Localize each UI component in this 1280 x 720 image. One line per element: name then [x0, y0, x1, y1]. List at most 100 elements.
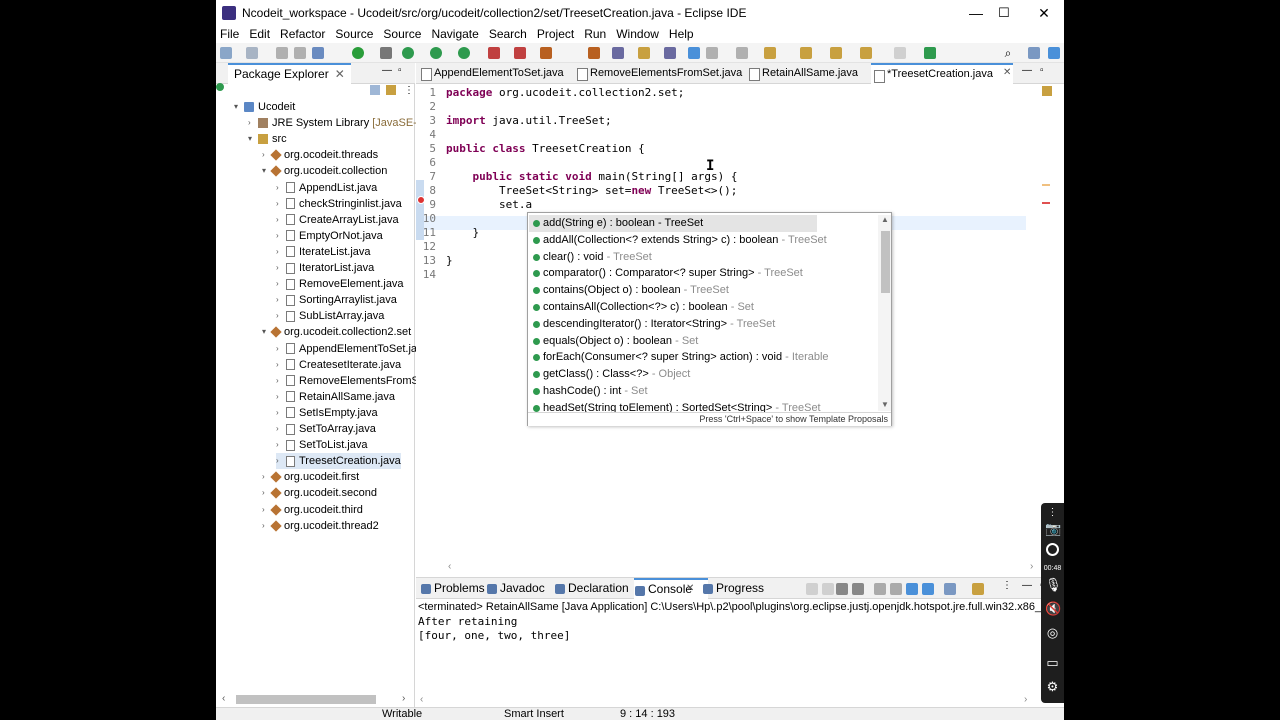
open-perspective-icon[interactable]: [1028, 47, 1040, 59]
forward-icon[interactable]: [894, 47, 906, 59]
collapsed-arrow-icon[interactable]: ›: [276, 180, 286, 196]
new-class-icon[interactable]: [588, 47, 600, 59]
settings-icon[interactable]: ⚙: [1045, 679, 1060, 694]
editor-hscroll[interactable]: ‹ ›: [444, 561, 1044, 573]
content-assist-scroll-thumb[interactable]: [881, 231, 890, 293]
previous-annotation-icon[interactable]: [800, 47, 812, 59]
tree-item[interactable]: › RemoveElement.java: [276, 276, 404, 292]
completion-item[interactable]: comparator() : Comparator<? super String…: [529, 265, 877, 282]
link-with-editor-icon[interactable]: [386, 85, 396, 95]
tree-item[interactable]: › RetainAllSame.java: [276, 389, 395, 405]
tab-treeset-creation[interactable]: *TreesetCreation.java: [871, 63, 1013, 84]
minimize-editor-icon[interactable]: —: [1022, 65, 1032, 76]
microphone-icon[interactable]: 🎙: [1045, 577, 1062, 592]
completion-item[interactable]: descendingIterator() : Iterator<String> …: [529, 316, 877, 333]
open-icon[interactable]: [246, 47, 258, 59]
new-java-project-icon[interactable]: [540, 47, 552, 59]
maximize-view-icon[interactable]: ▫: [398, 65, 402, 76]
tree-item[interactable]: ▾ src: [248, 131, 287, 147]
menu-file[interactable]: File: [216, 26, 245, 43]
collapsed-arrow-icon[interactable]: ›: [276, 405, 286, 421]
screen-icon[interactable]: ▭: [1045, 655, 1060, 670]
tree-item[interactable]: › SetToList.java: [276, 437, 367, 453]
collapsed-arrow-icon[interactable]: ›: [276, 292, 286, 308]
completion-item[interactable]: contains(Object o) : boolean - TreeSet: [529, 282, 877, 299]
tree-item[interactable]: › AppendElementToSet.ja: [276, 341, 417, 357]
tree-item[interactable]: ▾ Ucodeit: [234, 99, 295, 115]
menu-source[interactable]: Source: [331, 26, 379, 43]
tree-item[interactable]: › org.ocodeit.threads: [262, 147, 378, 163]
view-menu-icon[interactable]: ⋮: [404, 85, 414, 96]
tab-problems[interactable]: Problems: [420, 578, 485, 599]
tab-javadoc[interactable]: Javadoc: [486, 578, 545, 599]
expanded-arrow-icon[interactable]: ▾: [234, 99, 244, 115]
tree-item[interactable]: › SetToArray.java: [276, 421, 376, 437]
close-icon[interactable]: ✕: [335, 65, 345, 84]
back-icon[interactable]: [860, 47, 872, 59]
tree-item[interactable]: › EmptyOrNot.java: [276, 228, 383, 244]
minimize-view-icon[interactable]: —: [382, 65, 392, 76]
record-icon[interactable]: [1046, 543, 1059, 556]
tree-item[interactable]: › checkStringinlist.java: [276, 196, 402, 212]
new-icon[interactable]: [220, 47, 232, 59]
collapsed-arrow-icon[interactable]: ›: [276, 244, 286, 260]
completion-item[interactable]: getClass() : Class<?> - Object: [529, 366, 877, 383]
next-annotation-icon[interactable]: [764, 47, 776, 59]
completion-item[interactable]: containsAll(Collection<?> c) : boolean -…: [529, 299, 877, 316]
tree-item[interactable]: › SetIsEmpty.java: [276, 405, 378, 421]
tree-item[interactable]: › SubListArray.java: [276, 308, 384, 324]
view-menu-icon[interactable]: ⋮: [1002, 580, 1012, 591]
save-icon[interactable]: [276, 47, 288, 59]
tab-append-element-to-set[interactable]: AppendElementToSet.java: [418, 63, 564, 84]
search-tool-icon[interactable]: [638, 47, 650, 59]
scroll-down-icon[interactable]: ▼: [881, 400, 889, 409]
collapse-all-icon[interactable]: [370, 85, 380, 95]
tree-item[interactable]: › IteratorList.java: [276, 260, 374, 276]
coverage-icon[interactable]: [430, 47, 442, 59]
show-on-output-icon[interactable]: [906, 583, 918, 595]
code-line[interactable]: import java.util.TreeSet;: [446, 114, 612, 127]
completion-item[interactable]: add(String e) : boolean - TreeSet: [529, 215, 817, 232]
collapsed-arrow-icon[interactable]: ›: [276, 453, 286, 469]
collapsed-arrow-icon[interactable]: ›: [276, 357, 286, 373]
scroll-right-icon[interactable]: ›: [1024, 694, 1027, 705]
code-line[interactable]: }: [446, 254, 453, 267]
tree-item[interactable]: › org.ucodeit.thread2: [262, 518, 379, 534]
code-line[interactable]: public static void main(String[] args) {: [446, 170, 738, 183]
collapsed-arrow-icon[interactable]: ›: [276, 341, 286, 357]
menu-window[interactable]: Window: [612, 26, 665, 43]
servers-icon[interactable]: [514, 47, 526, 59]
scroll-up-icon[interactable]: ▲: [881, 215, 889, 224]
server-icon[interactable]: [488, 47, 500, 59]
display-console-icon[interactable]: [944, 583, 956, 595]
minimize-console-icon[interactable]: —: [1022, 580, 1032, 591]
scroll-left-icon[interactable]: ‹: [222, 693, 225, 704]
completion-item[interactable]: hashCode() : int - Set: [529, 383, 877, 400]
speaker-mute-icon[interactable]: 🔇: [1045, 601, 1061, 616]
collapsed-arrow-icon[interactable]: ›: [276, 437, 286, 453]
annotation-icon[interactable]: [664, 47, 676, 59]
close-console-icon[interactable]: ✕: [686, 583, 694, 594]
scroll-right-icon[interactable]: ›: [1030, 561, 1033, 572]
collapsed-arrow-icon[interactable]: ›: [276, 260, 286, 276]
camera-icon[interactable]: 📷: [1045, 521, 1061, 536]
tree-item[interactable]: › CreateArrayList.java: [276, 212, 399, 228]
save-all-icon[interactable]: [294, 47, 306, 59]
show-on-error-icon[interactable]: [922, 583, 934, 595]
outline-icon[interactable]: [1042, 86, 1052, 96]
tree-item[interactable]: › org.ucodeit.third: [262, 502, 363, 518]
tab-console[interactable]: Console: [634, 578, 709, 599]
scroll-left-icon[interactable]: ‹: [420, 694, 423, 705]
tab-remove-elements-from-set[interactable]: RemoveElementsFromSet.java: [574, 63, 742, 84]
collapsed-arrow-icon[interactable]: ›: [276, 389, 286, 405]
tree-item[interactable]: › CreatesetIterate.java: [276, 357, 401, 373]
maximize-editor-icon[interactable]: ▫: [1040, 65, 1044, 76]
code-line[interactable]: package org.ucodeit.collection2.set;: [446, 86, 684, 99]
toggle-mark-occurrences-icon[interactable]: [688, 47, 700, 59]
collapsed-arrow-icon[interactable]: ›: [276, 276, 286, 292]
remove-launch-icon[interactable]: [806, 583, 818, 595]
pin-editor-icon[interactable]: [924, 47, 936, 59]
collapsed-arrow-icon[interactable]: ›: [276, 421, 286, 437]
tab-retain-all-same[interactable]: RetainAllSame.java: [746, 63, 858, 84]
close-tab-icon[interactable]: ✕: [1003, 67, 1011, 78]
